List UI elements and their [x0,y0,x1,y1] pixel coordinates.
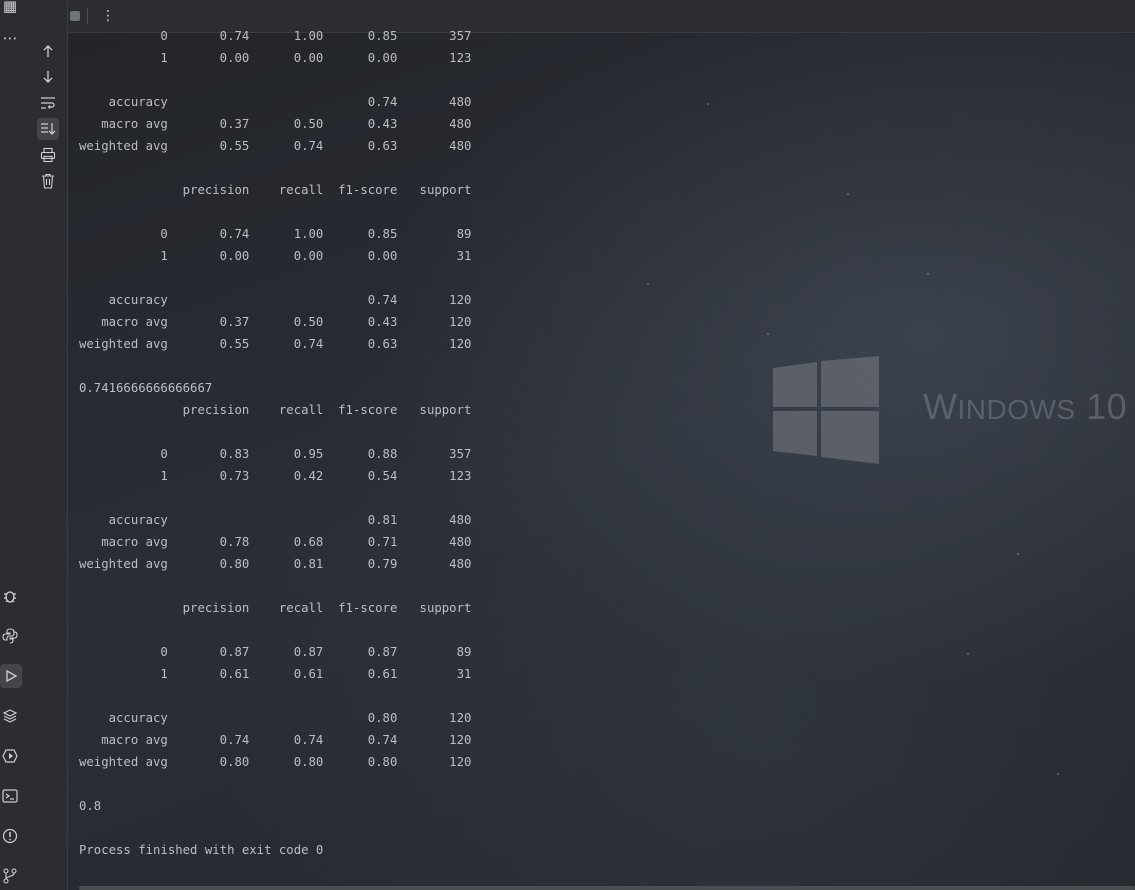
python-console-icon[interactable] [0,624,20,648]
console-line: accuracy 0.74 480 [79,95,472,109]
console-line: weighted avg 0.80 0.81 0.79 480 [79,557,472,571]
more-vertical-icon[interactable]: ⋮ [97,5,119,27]
trash-icon[interactable] [37,170,59,192]
structure-icon[interactable]: ▦ [0,0,20,18]
console-output[interactable]: 0 0.74 1.00 0.85 357 1 0.00 0.00 0.00 12… [79,25,779,861]
layers-icon[interactable] [0,704,20,728]
console-line: 0 0.74 1.00 0.85 89 [79,227,472,241]
console-line: 0 0.74 1.00 0.85 357 [79,29,472,43]
print-icon[interactable] [37,144,59,166]
console-line: accuracy 0.81 480 [79,513,472,527]
console-line: weighted avg 0.55 0.74 0.63 120 [79,337,472,351]
git-icon[interactable] [0,864,20,888]
console-line: macro avg 0.37 0.50 0.43 120 [79,315,472,329]
arrow-down-icon[interactable] [37,66,59,88]
scroll-to-end-icon[interactable] [37,118,59,140]
console-line: precision recall f1-score support [79,183,472,197]
console-line: 0.7416666666666667 [79,381,213,395]
console-line: Process finished with exit code 0 [79,843,324,857]
console-line: precision recall f1-score support [79,403,472,417]
console-line: accuracy 0.74 120 [79,293,472,307]
toolbar-separator [87,8,88,24]
console-line: 0 0.87 0.87 0.87 89 [79,645,472,659]
arrow-up-icon[interactable] [37,40,59,62]
console-line: accuracy 0.80 120 [79,711,472,725]
problems-icon[interactable] [0,824,20,848]
windows-10-wordmark: WINDOWS 10 [923,386,1128,427]
terminal-icon[interactable] [0,784,20,808]
console-side-toolbar [30,0,68,890]
console-line: 0 0.83 0.95 0.88 357 [79,447,472,461]
console-line: weighted avg 0.80 0.80 0.80 120 [79,755,472,769]
console-line: 1 0.00 0.00 0.00 123 [79,51,472,65]
tool-window-strip: ▦ ⋯ [0,0,31,890]
console-line: macro avg 0.78 0.68 0.71 480 [79,535,472,549]
console-line: precision recall f1-score support [79,601,472,615]
console-line: weighted avg 0.55 0.74 0.63 480 [79,139,472,153]
console-line: macro avg 0.74 0.74 0.74 120 [79,733,472,747]
console-line: 0.8 [79,799,102,813]
console-line: 1 0.00 0.00 0.00 31 [79,249,472,263]
run-icon[interactable] [0,664,22,688]
console-line: macro avg 0.37 0.50 0.43 480 [79,117,472,131]
debug-icon[interactable] [0,584,20,608]
windows-logo-icon [773,356,879,464]
console-line: 1 0.61 0.61 0.61 31 [79,667,472,681]
soft-wrap-icon[interactable] [37,92,59,114]
console-line: 1 0.73 0.42 0.54 123 [79,469,472,483]
horizontal-scrollbar[interactable] [79,886,1135,890]
more-horizontal-icon[interactable]: ⋯ [0,26,20,50]
services-icon[interactable] [0,744,20,768]
